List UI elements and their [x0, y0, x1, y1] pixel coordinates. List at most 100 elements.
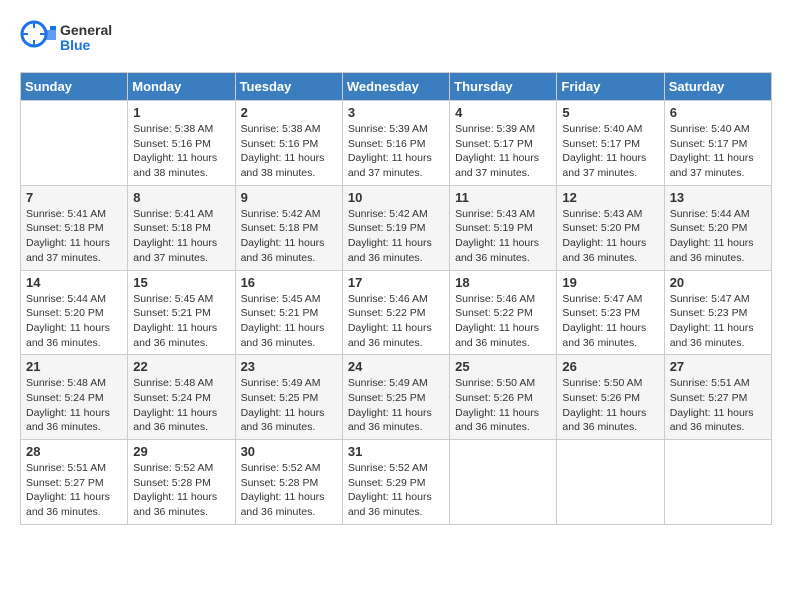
cell-info: Sunrise: 5:49 AMSunset: 5:25 PMDaylight:…	[348, 376, 444, 435]
header-cell-saturday: Saturday	[664, 73, 771, 101]
calendar-cell: 14 Sunrise: 5:44 AMSunset: 5:20 PMDayligh…	[21, 270, 128, 355]
day-number: 20	[670, 275, 766, 290]
calendar-cell: 8Sunrise: 5:41 AMSunset: 5:18 PMDaylight…	[128, 185, 235, 270]
calendar-cell: 9 Sunrise: 5:42 AMSunset: 5:18 PMDaylight…	[235, 185, 342, 270]
day-number: 16	[241, 275, 337, 290]
week-row-1: 1 Sunrise: 5:38 AMSunset: 5:16 PMDaylight…	[21, 101, 772, 186]
day-number: 23	[241, 359, 337, 374]
calendar-cell	[21, 101, 128, 186]
cell-info: Sunrise: 5:44 AMSunset: 5:20 PMDaylight:…	[26, 292, 122, 351]
calendar-cell: 7 Sunrise: 5:41 AMSunset: 5:18 PMDaylight…	[21, 185, 128, 270]
cell-info: Sunrise: 5:47 AMSunset: 5:23 PMDaylight:…	[670, 292, 766, 351]
calendar-cell: 22 Sunrise: 5:48 AMSunset: 5:24 PMDayligh…	[128, 355, 235, 440]
calendar-cell: 12Sunrise: 5:43 AMSunset: 5:20 PMDayligh…	[557, 185, 664, 270]
day-number: 25	[455, 359, 551, 374]
header-cell-sunday: Sunday	[21, 73, 128, 101]
cell-info: Sunrise: 5:40 AMSunset: 5:17 PMDaylight:…	[670, 122, 766, 181]
cell-info: Sunrise: 5:45 AMSunset: 5:21 PMDaylight:…	[133, 292, 229, 351]
cell-info: Sunrise: 5:46 AMSunset: 5:22 PMDaylight:…	[348, 292, 444, 351]
header-cell-thursday: Thursday	[450, 73, 557, 101]
calendar-cell: 23 Sunrise: 5:49 AMSunset: 5:25 PMDayligh…	[235, 355, 342, 440]
day-number: 1	[133, 105, 229, 120]
cell-info: Sunrise: 5:47 AMSunset: 5:23 PMDaylight:…	[562, 292, 658, 351]
calendar-cell: 19 Sunrise: 5:47 AMSunset: 5:23 PMDayligh…	[557, 270, 664, 355]
header-row: SundayMondayTuesdayWednesdayThursdayFrid…	[21, 73, 772, 101]
day-number: 14	[26, 275, 122, 290]
header-cell-wednesday: Wednesday	[342, 73, 449, 101]
calendar-cell: 28 Sunrise: 5:51 AMSunset: 5:27 PMDayligh…	[21, 440, 128, 525]
week-row-5: 28 Sunrise: 5:51 AMSunset: 5:27 PMDayligh…	[21, 440, 772, 525]
calendar-cell: 3 Sunrise: 5:39 AMSunset: 5:16 PMDaylight…	[342, 101, 449, 186]
day-number: 13	[670, 190, 766, 205]
cell-info: Sunrise: 5:43 AMSunset: 5:20 PMDaylight:…	[562, 207, 658, 266]
calendar-cell: 5 Sunrise: 5:40 AMSunset: 5:17 PMDaylight…	[557, 101, 664, 186]
calendar-cell	[450, 440, 557, 525]
calendar-cell: 17 Sunrise: 5:46 AMSunset: 5:22 PMDayligh…	[342, 270, 449, 355]
day-number: 17	[348, 275, 444, 290]
cell-info: Sunrise: 5:48 AMSunset: 5:24 PMDaylight:…	[26, 376, 122, 435]
cell-info: Sunrise: 5:52 AMSunset: 5:28 PMDaylight:…	[133, 461, 229, 520]
day-number: 4	[455, 105, 551, 120]
calendar-cell: 2Sunrise: 5:38 AMSunset: 5:16 PMDaylight…	[235, 101, 342, 186]
cell-info: Sunrise: 5:52 AMSunset: 5:29 PMDaylight:…	[348, 461, 444, 520]
calendar-cell: 4 Sunrise: 5:39 AMSunset: 5:17 PMDaylight…	[450, 101, 557, 186]
calendar-cell: 25 Sunrise: 5:50 AMSunset: 5:26 PMDayligh…	[450, 355, 557, 440]
day-number: 2	[241, 105, 337, 120]
logo-graphic	[20, 20, 56, 56]
calendar-cell: 18Sunrise: 5:46 AMSunset: 5:22 PMDayligh…	[450, 270, 557, 355]
cell-info: Sunrise: 5:50 AMSunset: 5:26 PMDaylight:…	[562, 376, 658, 435]
cell-info: Sunrise: 5:38 AMSunset: 5:16 PMDaylight:…	[133, 122, 229, 181]
cell-info: Sunrise: 5:41 AMSunset: 5:18 PMDaylight:…	[26, 207, 122, 266]
day-number: 11	[455, 190, 551, 205]
cell-info: Sunrise: 5:42 AMSunset: 5:19 PMDaylight:…	[348, 207, 444, 266]
cell-info: Sunrise: 5:39 AMSunset: 5:16 PMDaylight:…	[348, 122, 444, 181]
day-number: 5	[562, 105, 658, 120]
week-row-3: 14 Sunrise: 5:44 AMSunset: 5:20 PMDayligh…	[21, 270, 772, 355]
day-number: 8	[133, 190, 229, 205]
day-number: 15	[133, 275, 229, 290]
day-number: 9	[241, 190, 337, 205]
cell-info: Sunrise: 5:44 AMSunset: 5:20 PMDaylight:…	[670, 207, 766, 266]
cell-info: Sunrise: 5:48 AMSunset: 5:24 PMDaylight:…	[133, 376, 229, 435]
day-number: 24	[348, 359, 444, 374]
week-row-2: 7 Sunrise: 5:41 AMSunset: 5:18 PMDaylight…	[21, 185, 772, 270]
logo-blue: Blue	[60, 38, 112, 53]
cell-info: Sunrise: 5:49 AMSunset: 5:25 PMDaylight:…	[241, 376, 337, 435]
calendar-cell: 29Sunrise: 5:52 AMSunset: 5:28 PMDayligh…	[128, 440, 235, 525]
cell-info: Sunrise: 5:52 AMSunset: 5:28 PMDaylight:…	[241, 461, 337, 520]
calendar-cell: 13 Sunrise: 5:44 AMSunset: 5:20 PMDayligh…	[664, 185, 771, 270]
day-number: 22	[133, 359, 229, 374]
cell-info: Sunrise: 5:50 AMSunset: 5:26 PMDaylight:…	[455, 376, 551, 435]
day-number: 19	[562, 275, 658, 290]
page-header: General Blue	[20, 20, 772, 56]
calendar-cell: 10 Sunrise: 5:42 AMSunset: 5:19 PMDayligh…	[342, 185, 449, 270]
cell-info: Sunrise: 5:51 AMSunset: 5:27 PMDaylight:…	[670, 376, 766, 435]
calendar-cell: 31Sunrise: 5:52 AMSunset: 5:29 PMDayligh…	[342, 440, 449, 525]
day-number: 27	[670, 359, 766, 374]
calendar-table: SundayMondayTuesdayWednesdayThursdayFrid…	[20, 72, 772, 525]
logo-text: General Blue	[60, 23, 112, 54]
day-number: 26	[562, 359, 658, 374]
calendar-cell: 11Sunrise: 5:43 AMSunset: 5:19 PMDayligh…	[450, 185, 557, 270]
calendar-cell: 21Sunrise: 5:48 AMSunset: 5:24 PMDayligh…	[21, 355, 128, 440]
calendar-cell	[557, 440, 664, 525]
logo: General Blue	[20, 20, 112, 56]
day-number: 30	[241, 444, 337, 459]
day-number: 28	[26, 444, 122, 459]
day-number: 10	[348, 190, 444, 205]
calendar-body: 1 Sunrise: 5:38 AMSunset: 5:16 PMDaylight…	[21, 101, 772, 525]
calendar-cell	[664, 440, 771, 525]
week-row-4: 21Sunrise: 5:48 AMSunset: 5:24 PMDayligh…	[21, 355, 772, 440]
calendar-header: SundayMondayTuesdayWednesdayThursdayFrid…	[21, 73, 772, 101]
cell-info: Sunrise: 5:42 AMSunset: 5:18 PMDaylight:…	[241, 207, 337, 266]
cell-info: Sunrise: 5:45 AMSunset: 5:21 PMDaylight:…	[241, 292, 337, 351]
logo-container: General Blue	[20, 20, 112, 56]
calendar-cell: 27 Sunrise: 5:51 AMSunset: 5:27 PMDayligh…	[664, 355, 771, 440]
cell-info: Sunrise: 5:51 AMSunset: 5:27 PMDaylight:…	[26, 461, 122, 520]
cell-info: Sunrise: 5:39 AMSunset: 5:17 PMDaylight:…	[455, 122, 551, 181]
cell-info: Sunrise: 5:40 AMSunset: 5:17 PMDaylight:…	[562, 122, 658, 181]
day-number: 3	[348, 105, 444, 120]
calendar-cell: 1 Sunrise: 5:38 AMSunset: 5:16 PMDaylight…	[128, 101, 235, 186]
calendar-cell: 26 Sunrise: 5:50 AMSunset: 5:26 PMDayligh…	[557, 355, 664, 440]
day-number: 7	[26, 190, 122, 205]
